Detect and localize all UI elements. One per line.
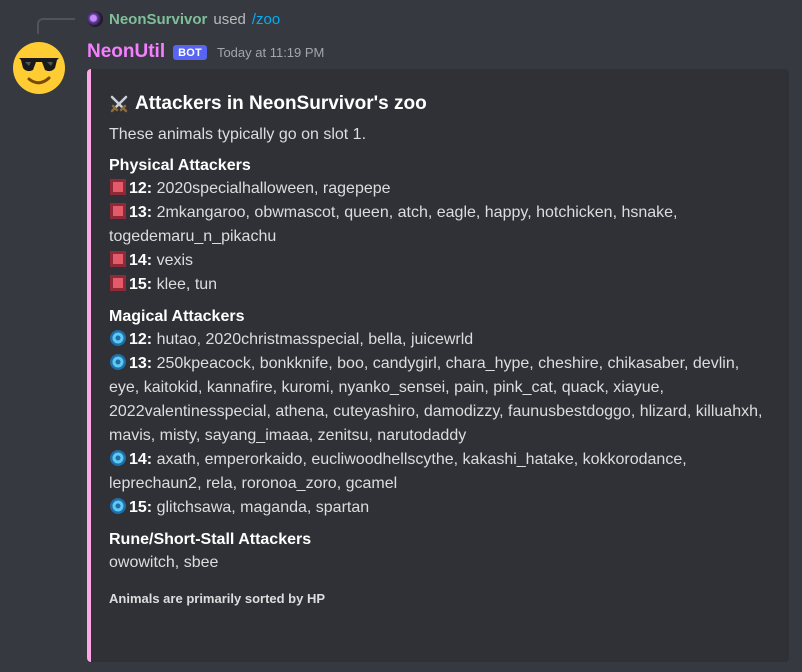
reply-username[interactable]: NeonSurvivor (109, 11, 207, 28)
field-rune-attackers: Rune/Short-Stall Attackers owowitch, sbe… (109, 531, 773, 575)
blue-gear-icon (110, 354, 126, 370)
level-label: 12: (129, 331, 153, 348)
avatar[interactable] (11, 40, 67, 96)
animal-list: glitchsawa, maganda, spartan (156, 499, 370, 516)
level-label: 13: (129, 355, 153, 372)
list-item: 13: 2mkangaroo, obwmascot, queen, atch, … (109, 201, 773, 249)
reply-context[interactable]: NeonSurvivor used /zoo (87, 9, 280, 29)
level-label: 14: (129, 252, 153, 269)
list-item: 15: klee, tun (109, 273, 773, 297)
bot-tag: BOT (173, 44, 207, 60)
sunglasses-face-icon (13, 42, 65, 94)
message-header: NeonUtil BOT Today at 11:19 PM (87, 40, 324, 64)
animal-list: klee, tun (156, 276, 218, 293)
bot-username[interactable]: NeonUtil (87, 41, 165, 63)
red-square-icon (110, 203, 126, 219)
red-square-icon (110, 179, 126, 195)
animal-list: 2020specialhalloween, ragepepe (156, 180, 391, 197)
level-label: 14: (129, 451, 153, 468)
field-physical-attackers: Physical Attackers 12: 2020specialhallow… (109, 157, 773, 297)
field-name: Rune/Short-Stall Attackers (109, 531, 312, 548)
level-label: 15: (129, 499, 153, 516)
reply-avatar[interactable] (87, 11, 103, 27)
animal-list: vexis (156, 252, 194, 269)
level-label: 15: (129, 276, 153, 293)
reply-command[interactable]: /zoo (252, 11, 280, 28)
blue-gear-icon (110, 498, 126, 514)
list-item: 15: glitchsawa, maganda, spartan (109, 496, 773, 520)
list-item: 14: axath, emperorkaido, eucliwoodhellsc… (109, 448, 773, 496)
animal-list: 250kpeacock, bonkknife, boo, candygirl, … (109, 355, 763, 444)
animal-list: axath, emperorkaido, eucliwoodhellscythe… (109, 451, 687, 492)
blue-gear-icon (110, 330, 126, 346)
crossed-swords-icon (110, 95, 128, 113)
zoo-embed: Attackers in NeonSurvivor's zoo These an… (87, 69, 789, 662)
animal-list: 2mkangaroo, obwmascot, queen, atch, eagl… (109, 204, 678, 245)
reply-verb: used (213, 10, 246, 28)
blue-gear-icon (110, 450, 126, 466)
field-name: Physical Attackers (109, 157, 251, 174)
list-item: 12: 2020specialhalloween, ragepepe (109, 177, 773, 201)
embed-title-text: Attackers in NeonSurvivor's zoo (135, 93, 427, 114)
level-label: 13: (129, 204, 153, 221)
embed-description: These animals typically go on slot 1. (109, 126, 367, 143)
field-name: Magical Attackers (109, 308, 245, 325)
list-item: 14: vexis (109, 249, 773, 273)
embed-footer: Animals are primarily sorted by HP (109, 591, 326, 606)
list-item: 12: hutao, 2020christmasspecial, bella, … (109, 328, 773, 352)
embed-title: Attackers in NeonSurvivor's zoo (109, 93, 773, 115)
animal-list: owowitch, sbee (109, 554, 219, 571)
field-magical-attackers: Magical Attackers 12: hutao, 2020christm… (109, 308, 773, 520)
list-item: 13: 250kpeacock, bonkknife, boo, candygi… (109, 352, 773, 448)
message-timestamp[interactable]: Today at 11:19 PM (217, 45, 324, 60)
level-label: 12: (129, 180, 153, 197)
red-square-icon (110, 251, 126, 267)
reply-spine (37, 18, 75, 34)
red-square-icon (110, 275, 126, 291)
animal-list: hutao, 2020christmasspecial, bella, juic… (156, 331, 474, 348)
